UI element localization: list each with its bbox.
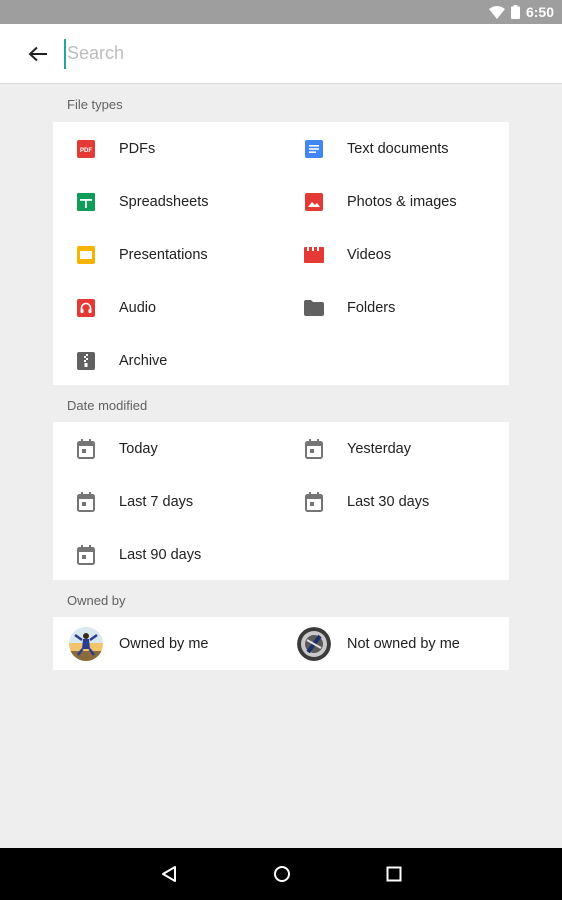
clock: 6:50 <box>525 4 554 20</box>
calendar-icon <box>281 491 347 512</box>
search-input[interactable] <box>64 38 484 69</box>
filter-label: Owned by me <box>119 635 209 652</box>
pdf-icon-text: PDF <box>80 148 92 154</box>
presentation-icon <box>53 245 119 264</box>
image-icon <box>281 192 347 211</box>
user-avatar-icon <box>69 626 103 661</box>
filter-last-90-days[interactable]: Last 90 days <box>53 528 281 581</box>
audio-icon <box>53 298 119 317</box>
filter-label: Not owned by me <box>347 635 460 652</box>
filter-label: Folders <box>347 299 396 316</box>
home-nav-icon[interactable] <box>273 865 291 883</box>
folder-icon <box>281 299 347 316</box>
filter-videos[interactable]: Videos <box>281 228 509 281</box>
others-avatar-icon <box>297 626 331 661</box>
filter-label: Today <box>119 440 158 457</box>
calendar-icon <box>53 438 119 459</box>
status-bar: 6:50 <box>0 0 562 24</box>
filter-label: Archive <box>119 352 168 369</box>
calendar-icon <box>53 544 119 565</box>
filter-folders[interactable]: Folders <box>281 281 509 334</box>
filter-last-30-days[interactable]: Last 30 days <box>281 475 509 528</box>
filter-label: Spreadsheets <box>119 193 209 210</box>
filter-label: Last 30 days <box>347 493 430 510</box>
filter-label: PDFs <box>119 140 156 157</box>
text-document-icon <box>281 139 347 158</box>
owned-by-card: Owned by me Not owned by me <box>53 617 509 670</box>
search-bar <box>0 24 562 84</box>
filter-label: Presentations <box>119 246 208 263</box>
archive-icon <box>53 351 119 370</box>
filter-label: Photos & images <box>347 193 457 210</box>
filter-label: Audio <box>119 299 157 316</box>
navigation-bar <box>0 848 562 900</box>
filter-not-owned-by-me[interactable]: Not owned by me <box>281 617 509 670</box>
filter-spreadsheets[interactable]: Spreadsheets <box>53 175 281 228</box>
arrow-back-icon <box>28 46 47 61</box>
battery-icon <box>510 5 520 19</box>
filter-label: Yesterday <box>347 440 411 457</box>
filter-presentations[interactable]: Presentations <box>53 228 281 281</box>
filter-pdfs[interactable]: PDF PDFs <box>53 122 281 175</box>
filter-owned-by-me[interactable]: Owned by me <box>53 617 281 670</box>
recents-nav-icon[interactable] <box>386 866 402 882</box>
calendar-icon <box>281 438 347 459</box>
section-label-file-types: File types <box>67 97 123 112</box>
date-modified-card: Today Yesterday Last 7 days Last 30 days <box>53 422 509 580</box>
section-label-owned-by: Owned by <box>67 593 126 608</box>
filter-audio[interactable]: Audio <box>53 281 281 334</box>
filter-label: Last 90 days <box>119 546 202 563</box>
filter-photos-images[interactable]: Photos & images <box>281 175 509 228</box>
section-label-date-modified: Date modified <box>67 398 148 413</box>
filter-last-7-days[interactable]: Last 7 days <box>53 475 281 528</box>
wifi-icon <box>488 5 505 19</box>
filter-yesterday[interactable]: Yesterday <box>281 422 509 475</box>
video-icon <box>281 246 347 264</box>
avatar <box>281 626 347 661</box>
file-types-card: PDF PDFs Text documents Spreadsheets Pho… <box>53 122 509 385</box>
filter-label: Last 7 days <box>119 493 194 510</box>
pdf-icon: PDF <box>53 139 119 158</box>
filter-archive[interactable]: Archive <box>53 334 281 387</box>
filter-label: Text documents <box>347 140 449 157</box>
spreadsheet-icon <box>53 192 119 211</box>
filter-today[interactable]: Today <box>53 422 281 475</box>
filter-text-documents[interactable]: Text documents <box>281 122 509 175</box>
calendar-icon <box>53 491 119 512</box>
avatar <box>53 626 119 661</box>
back-nav-icon[interactable] <box>160 865 178 883</box>
filter-label: Videos <box>347 246 392 263</box>
